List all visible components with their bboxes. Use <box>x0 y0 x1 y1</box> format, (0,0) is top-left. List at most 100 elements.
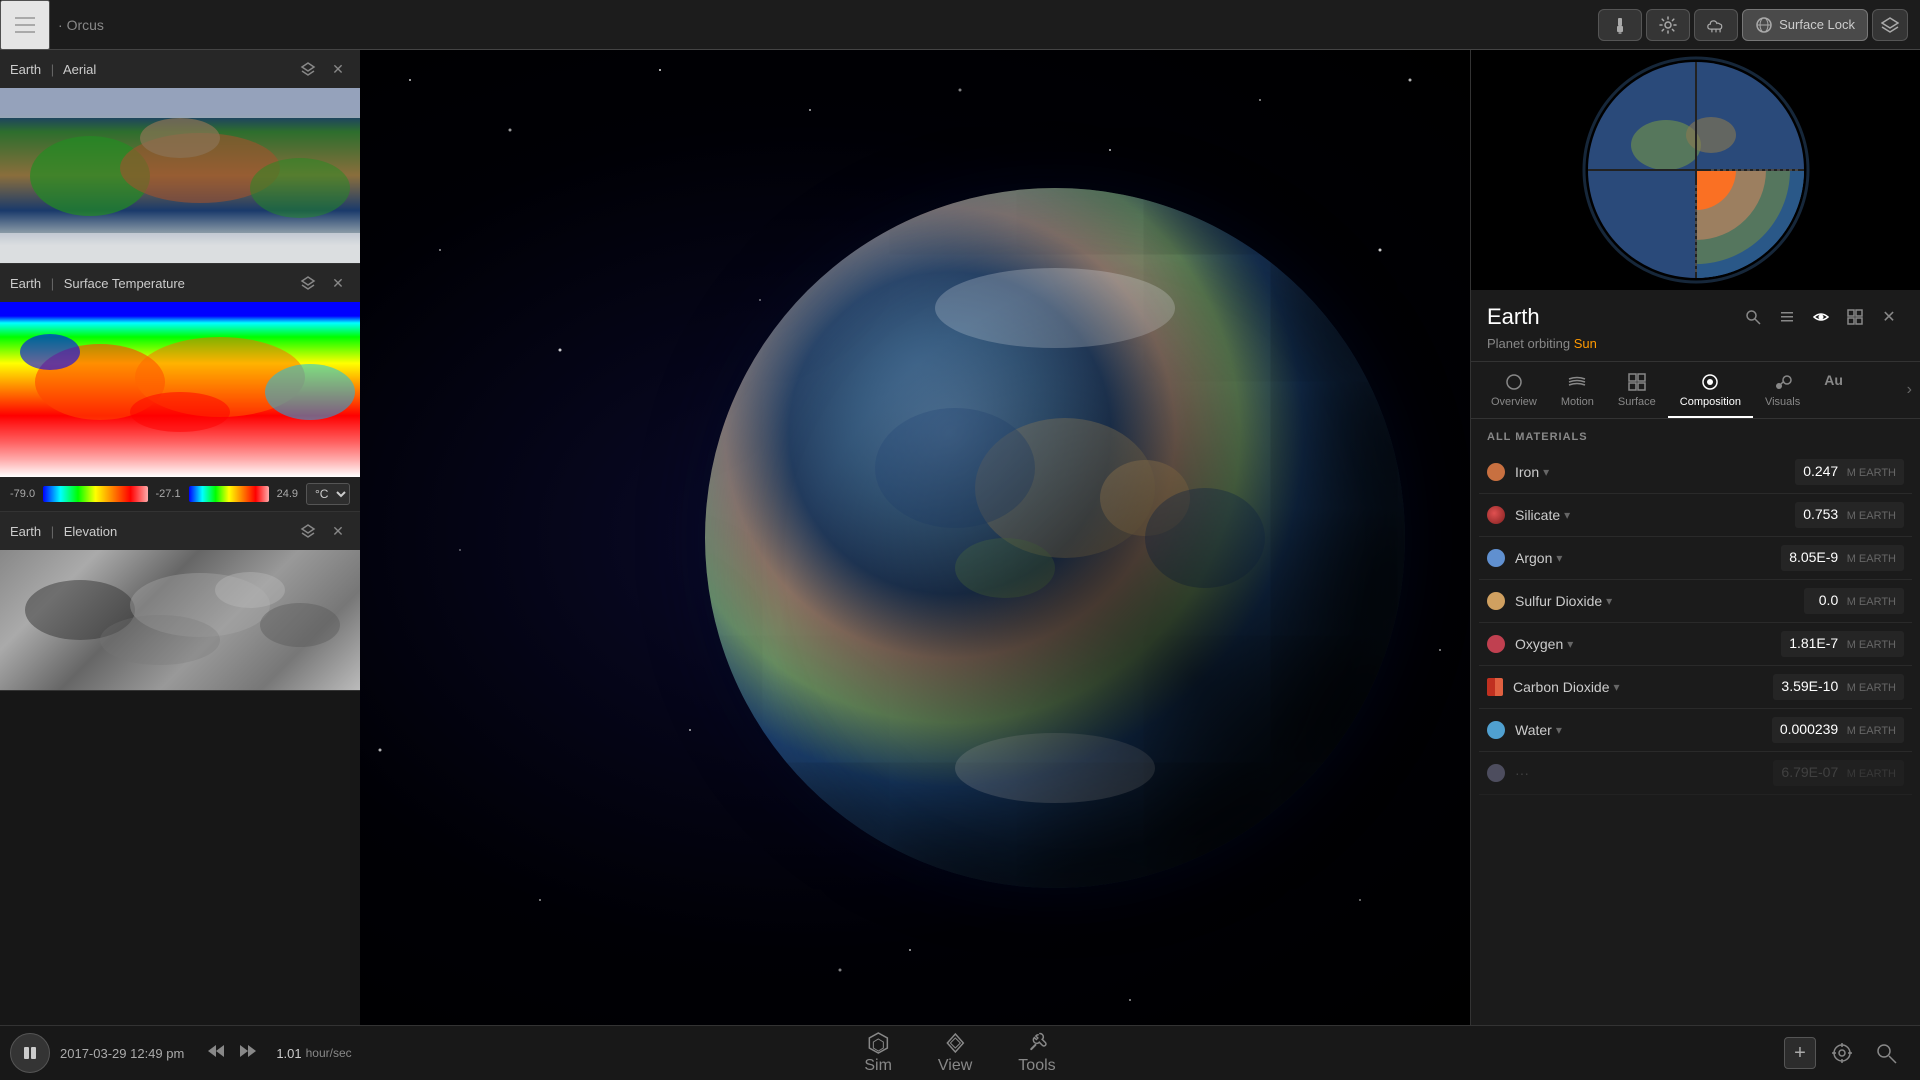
torch-button[interactable] <box>1598 9 1642 41</box>
panel-tabs: Overview Motion Surface Compo <box>1471 362 1920 419</box>
tab-motion[interactable]: Motion <box>1549 362 1606 418</box>
list-icon <box>1779 309 1795 325</box>
aerial-close-button[interactable]: ✕ <box>326 57 350 81</box>
main-view[interactable] <box>360 50 1470 1025</box>
forward-button[interactable] <box>238 1043 258 1064</box>
search-bottom-button[interactable] <box>1868 1035 1904 1071</box>
motion-tab-icon <box>1567 372 1587 392</box>
water-name[interactable]: Water ▾ <box>1515 722 1772 738</box>
silicate-value-box: 0.753 M Earth <box>1795 502 1904 528</box>
temp-layers-button[interactable] <box>296 271 320 295</box>
temp-close-button[interactable]: ✕ <box>326 271 350 295</box>
oxygen-value: 1.81E-7 <box>1789 635 1838 651</box>
earth-surface <box>705 188 1405 888</box>
carbon-dioxide-name[interactable]: Carbon Dioxide ▾ <box>1513 679 1773 695</box>
app-name: · Orcus <box>58 17 104 33</box>
temp-min: -79.0 <box>10 488 35 500</box>
tools-tab-label: Tools <box>1018 1057 1055 1075</box>
tab-overview[interactable]: Overview <box>1479 362 1549 418</box>
panel-actions: ✕ <box>1738 302 1904 332</box>
material-row-oxygen: Oxygen ▾ 1.81E-7 M Earth <box>1479 623 1912 666</box>
bottom-tab-tools[interactable]: Tools <box>1010 1027 1063 1079</box>
planet-cross-section-svg <box>1581 55 1811 285</box>
torch-icon <box>1611 16 1629 34</box>
temp-scale: -79.0 -27.1 24.9 °C °F K <box>0 477 360 511</box>
bottombar: 2017-03-29 12:49 pm 1.01 hour/sec Sim <box>0 1025 1920 1080</box>
layers-elev-icon <box>300 523 316 539</box>
aerial-card-header: Earth | Aerial ✕ <box>0 50 360 88</box>
surface-lock-button[interactable]: Surface Lock <box>1742 9 1868 41</box>
cloud-button[interactable] <box>1694 9 1738 41</box>
sulfur-dioxide-value: 0.0 <box>1819 592 1838 608</box>
material-row-water: Water ▾ 0.000239 M Earth <box>1479 709 1912 752</box>
target-button[interactable] <box>1824 1035 1860 1071</box>
bottom-tab-sim[interactable]: Sim <box>856 1027 900 1079</box>
settings-button[interactable] <box>1646 9 1690 41</box>
sulfur-dioxide-chevron: ▾ <box>1606 594 1612 608</box>
bottom-right-actions: + <box>1784 1035 1920 1071</box>
temp-card-header: Earth | Surface Temperature ✕ <box>0 264 360 302</box>
tab-composition[interactable]: Composition <box>1668 362 1753 418</box>
partial-value-box: 6.79E-07 M Earth <box>1773 760 1904 786</box>
silicate-value: 0.753 <box>1803 506 1838 522</box>
elevation-layers-button[interactable] <box>296 519 320 543</box>
panel-search-button[interactable] <box>1738 302 1768 332</box>
water-unit: M Earth <box>1847 725 1896 737</box>
tab-au[interactable]: Au <box>1812 362 1855 418</box>
menu-button[interactable] <box>0 0 50 50</box>
sulfur-dioxide-value-box: 0.0 M Earth <box>1804 588 1904 614</box>
panel-close-button[interactable]: ✕ <box>1874 302 1904 332</box>
elevation-card-header: Earth | Elevation ✕ <box>0 512 360 550</box>
visuals-tab-icon <box>1773 372 1793 392</box>
panel-list-button[interactable] <box>1772 302 1802 332</box>
aerial-layers-button[interactable] <box>296 57 320 81</box>
silicate-name[interactable]: Silicate ▾ <box>1515 507 1795 523</box>
panel-eye-button[interactable] <box>1806 302 1836 332</box>
bottom-tab-view[interactable]: View <box>930 1027 980 1079</box>
planet-subtitle: Planet orbiting Sun <box>1487 336 1904 351</box>
temp-map-image <box>0 302 360 477</box>
iron-chevron: ▾ <box>1543 465 1549 479</box>
search-icon <box>1745 309 1761 325</box>
tab-surface[interactable]: Surface <box>1606 362 1668 418</box>
right-panel: Earth <box>1470 50 1920 1025</box>
toolbar-right: Surface Lock <box>1598 9 1920 41</box>
gear-icon <box>1659 16 1677 34</box>
argon-name[interactable]: Argon ▾ <box>1515 550 1781 566</box>
app-dot: · <box>58 17 63 33</box>
iron-name[interactable]: Iron ▾ <box>1515 464 1795 480</box>
carbon-dioxide-dot-left <box>1487 678 1495 696</box>
tab-visuals-label: Visuals <box>1765 396 1800 408</box>
oxygen-name[interactable]: Oxygen ▾ <box>1515 636 1781 652</box>
earth-globe[interactable] <box>705 188 1405 888</box>
temp-unit-select[interactable]: °C °F K <box>306 483 350 505</box>
add-button[interactable]: + <box>1784 1037 1816 1069</box>
play-pause-button[interactable] <box>10 1033 50 1073</box>
carbon-dioxide-dot-container <box>1487 678 1503 696</box>
argon-value-box: 8.05E-9 M Earth <box>1781 545 1904 571</box>
panel-scroll-next[interactable]: › <box>1907 362 1912 418</box>
temp-color-bar-2 <box>189 486 269 502</box>
material-row-silicate: Silicate ▾ 0.753 M Earth <box>1479 494 1912 537</box>
panel-grid-button[interactable] <box>1840 302 1870 332</box>
water-value: 0.000239 <box>1780 721 1838 737</box>
forward-icon <box>238 1043 258 1059</box>
oxygen-unit: M Earth <box>1847 639 1896 651</box>
sun-link[interactable]: Sun <box>1574 336 1597 351</box>
elevation-card-actions: ✕ <box>296 519 350 543</box>
argon-unit: M Earth <box>1847 553 1896 565</box>
tab-visuals[interactable]: Visuals <box>1753 362 1812 418</box>
rewind-button[interactable] <box>206 1043 226 1064</box>
top-right-button[interactable] <box>1872 9 1908 41</box>
sulfur-dioxide-name[interactable]: Sulfur Dioxide ▾ <box>1515 593 1804 609</box>
aerial-card: Earth | Aerial ✕ <box>0 50 360 264</box>
planet-name-row: Earth <box>1487 302 1904 332</box>
surface-lock-label: Surface Lock <box>1779 17 1855 32</box>
elevation-close-button[interactable]: ✕ <box>326 519 350 543</box>
surface-tab-icon <box>1627 372 1647 392</box>
tab-motion-label: Motion <box>1561 396 1594 408</box>
sim-icon <box>866 1031 890 1055</box>
oxygen-value-box: 1.81E-7 M Earth <box>1781 631 1904 657</box>
eye-icon <box>1813 309 1829 325</box>
silicate-chevron: ▾ <box>1564 508 1570 522</box>
